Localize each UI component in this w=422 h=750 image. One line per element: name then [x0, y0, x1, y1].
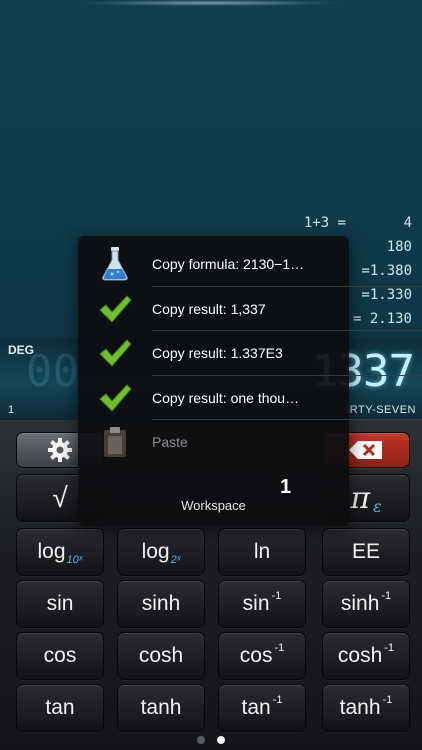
acos-button[interactable]: cos -1	[218, 632, 306, 680]
history-value: =1.380	[361, 263, 412, 279]
atan-button[interactable]: tan -1	[218, 684, 306, 732]
page-dot-active[interactable]	[217, 736, 225, 744]
checkmark-icon	[99, 295, 132, 323]
angle-mode[interactable]: DEG	[8, 343, 34, 357]
history-value: 180	[386, 239, 412, 255]
history-value: 4	[403, 215, 412, 231]
page-dot[interactable]	[197, 736, 205, 744]
checkmark-icon	[99, 339, 132, 367]
copy-formula-item[interactable]: Copy formula: 2130−1…	[78, 242, 349, 286]
asin-button[interactable]: sin -1	[218, 580, 306, 628]
cosh-button[interactable]: cosh	[117, 632, 205, 680]
history-expression: 1+3 =	[303, 215, 346, 231]
history-value: = 2.130	[352, 311, 412, 327]
clipboard-icon	[104, 427, 126, 457]
workspace-number: 1	[280, 476, 292, 498]
acosh-button[interactable]: cosh -1	[322, 632, 410, 680]
copy-result-item[interactable]: Copy result: 1,337	[78, 287, 349, 331]
log2-button[interactable]: log 2ˣ	[117, 528, 205, 576]
sin-button[interactable]: sin	[16, 580, 104, 628]
ee-button[interactable]: EE	[322, 528, 410, 576]
copy-result-words-item[interactable]: Copy result: one thou…	[78, 376, 349, 420]
page-indicator[interactable]	[0, 736, 422, 744]
sinh-button[interactable]: sinh	[117, 580, 205, 628]
history-row: 1+3 = 4	[172, 212, 412, 234]
history-value: =1.330	[361, 287, 412, 303]
result-in-words: IRTY-SEVEN	[346, 404, 416, 416]
calculator-screen: 1+3 = 4 180 =1.380 =1.330 = 2.130 ... 00…	[0, 0, 422, 750]
copy-paste-menu: Copy formula: 2130−1… Copy result: 1,337…	[78, 236, 422, 526]
tanh-button[interactable]: tanh	[117, 684, 205, 732]
log10-button[interactable]: log 10ˣ	[16, 528, 104, 576]
tan-button[interactable]: tan	[16, 684, 104, 732]
atanh-button[interactable]: tanh -1	[322, 684, 410, 732]
cos-button[interactable]: cos	[16, 632, 104, 680]
paste-item[interactable]: Paste	[78, 420, 349, 464]
top-glow	[80, 0, 340, 6]
checkmark-icon	[99, 384, 132, 412]
ln-button[interactable]: ln	[218, 528, 306, 576]
flask-icon	[102, 247, 128, 281]
asinh-button[interactable]: sinh -1	[322, 580, 410, 628]
workspace-label[interactable]: Workspace	[78, 498, 349, 513]
delete-icon	[349, 441, 382, 459]
copy-result-scientific-item[interactable]: Copy result: 1.337E3	[78, 331, 349, 375]
memory-indicator: 1	[8, 404, 15, 416]
gear-icon	[48, 438, 72, 462]
